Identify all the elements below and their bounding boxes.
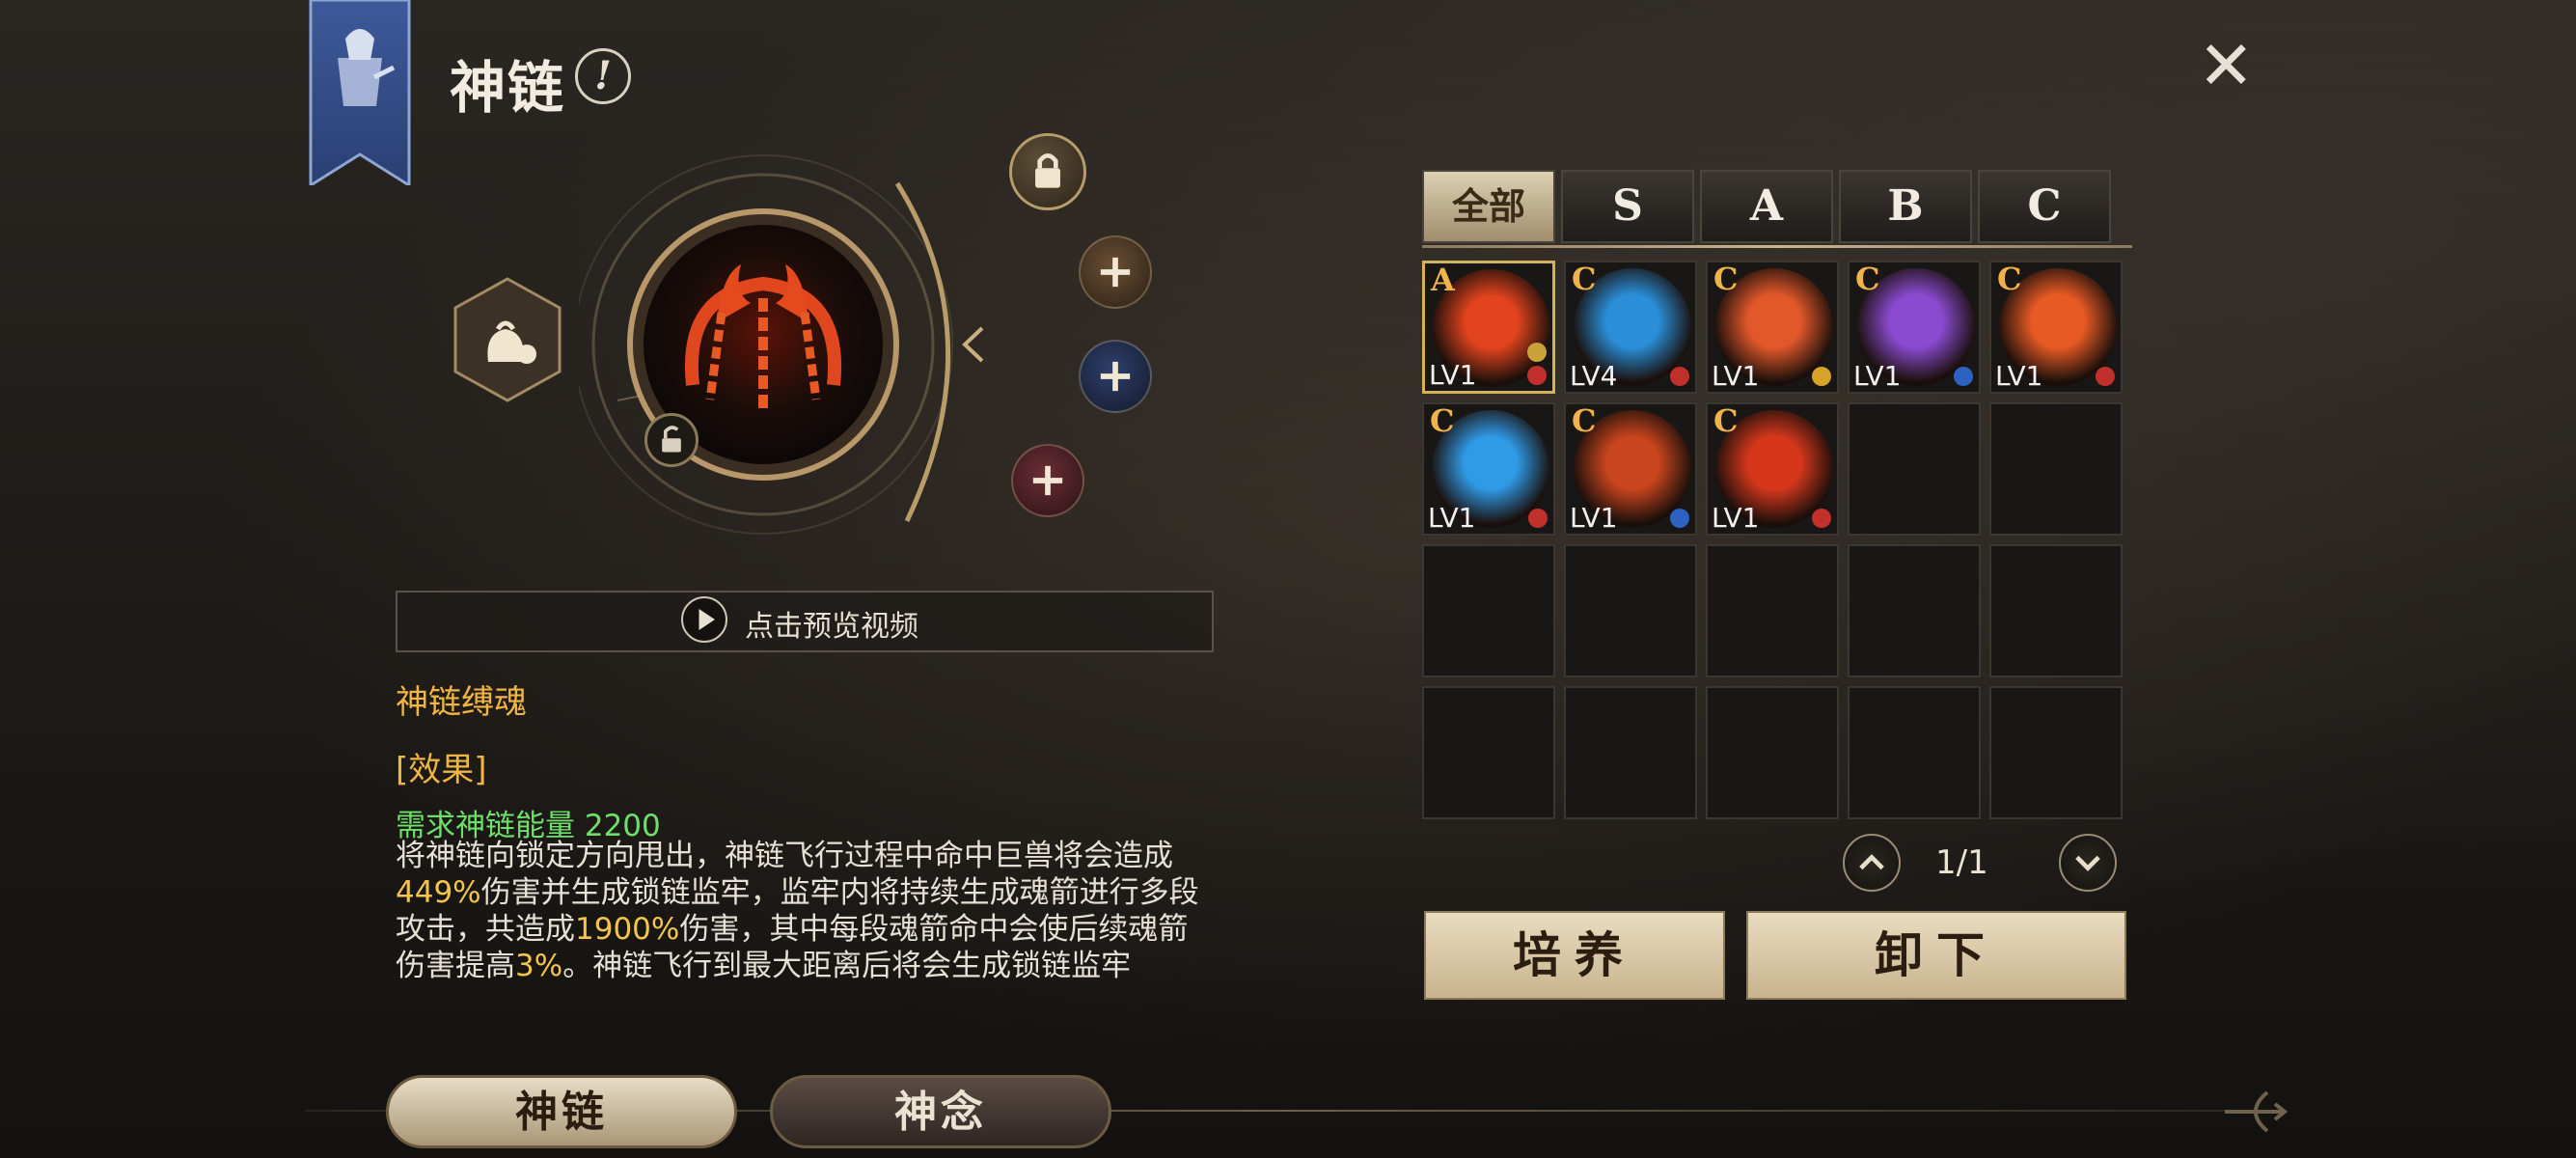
gem-icon [1527,366,1547,385]
skill-description: 将神链向锁定方向甩出，神链飞行过程中命中巨兽将会造成449%伤害并生成锁链监牢，… [396,839,1199,983]
play-icon [681,596,727,643]
gem-icon [1528,509,1548,528]
close-icon[interactable]: ✕ [2198,32,2255,99]
item-bag-slot[interactable] [450,275,565,405]
level-label: LV4 [1570,360,1618,392]
gem-icon [1670,367,1689,386]
skill-item[interactable]: A LV1 [1422,261,1555,394]
gem-icon [1527,343,1547,362]
level-label: LV1 [1570,502,1618,534]
grade-label: C [1997,261,2022,297]
tab-mind[interactable]: 神念 [770,1075,1111,1148]
rune-socket-3[interactable] [1011,444,1084,517]
skill-name: 神链缚魂 [396,683,527,722]
empty-slot[interactable] [1848,402,1981,536]
gem-icon [1954,367,1973,386]
rune-socket-2[interactable] [1079,340,1152,413]
bow-emblem-icon [2225,1090,2288,1133]
grade-label: C [1713,402,1739,439]
grade-label: C [1430,402,1455,439]
unlock-icon[interactable] [644,413,699,467]
level-label: LV1 [1853,360,1902,392]
rune-socket-1[interactable] [1079,235,1152,309]
skill-item[interactable]: C LV1 [1564,402,1697,536]
plus-icon [1100,257,1131,288]
page-down-icon[interactable] [2059,834,2117,892]
tab-c[interactable]: C [1978,170,2111,243]
gem-icon [1670,509,1689,528]
empty-slot[interactable] [1706,544,1839,677]
lock-icon[interactable] [1009,133,1086,210]
skill-item[interactable]: C LV1 [1706,261,1839,394]
level-label: LV1 [1995,360,2043,392]
skill-item[interactable]: C LV4 [1564,261,1697,394]
skill-item[interactable]: C LV1 [1706,402,1839,536]
empty-slot[interactable] [1564,686,1697,819]
empty-slot[interactable] [1989,402,2123,536]
gem-icon [1812,509,1831,528]
plus-icon [1032,465,1063,496]
tab-b[interactable]: B [1839,170,1972,243]
page-indicator: 1/1 [1935,843,1988,882]
grade-label: A [1431,262,1455,298]
empty-slot[interactable] [1989,686,2123,819]
skill-item[interactable]: C LV1 [1848,261,1981,394]
empty-slot[interactable] [1848,544,1981,677]
level-label: LV1 [1712,360,1760,392]
item-grid: A LV1 C LV4 C LV1 C LV1 C LV1 C LV1 C LV1 C LV1 [1422,261,2126,820]
tab-s[interactable]: S [1561,170,1694,243]
skill-item[interactable]: C LV1 [1989,261,2123,394]
info-icon[interactable]: ! [575,48,631,104]
guild-banner [309,0,411,185]
grade-label: C [1713,261,1739,297]
grade-filter-tabs: 全部 S A B C [1422,170,2113,247]
tab-a[interactable]: A [1700,170,1833,243]
skill-item[interactable]: C LV1 [1422,402,1555,536]
level-label: LV1 [1712,502,1760,534]
tab-chain[interactable]: 神链 [386,1075,737,1148]
pager: 1/1 [1843,834,2121,894]
level-label: LV1 [1429,359,1477,391]
preview-video-label: 点击预览视频 [745,610,918,644]
plus-icon [1100,361,1131,392]
empty-slot[interactable] [1706,686,1839,819]
empty-slot[interactable] [1564,544,1697,677]
grade-label: C [1572,402,1597,439]
gem-icon [1812,367,1831,386]
gem-icon [2096,367,2115,386]
tab-all[interactable]: 全部 [1422,170,1555,243]
effect-heading: [效果] [396,751,487,789]
empty-slot[interactable] [1848,686,1981,819]
cultivate-button[interactable]: 培养 [1424,911,1725,1000]
empty-slot[interactable] [1989,544,2123,677]
level-label: LV1 [1428,502,1476,534]
tab-underline [1422,245,2132,248]
page-title: 神链 [450,55,566,121]
grade-label: C [1855,261,1880,297]
grade-label: C [1572,261,1597,297]
unequip-button[interactable]: 卸下 [1746,911,2126,1000]
empty-slot[interactable] [1422,544,1555,677]
empty-slot[interactable] [1422,686,1555,819]
page-up-icon[interactable] [1843,834,1901,892]
